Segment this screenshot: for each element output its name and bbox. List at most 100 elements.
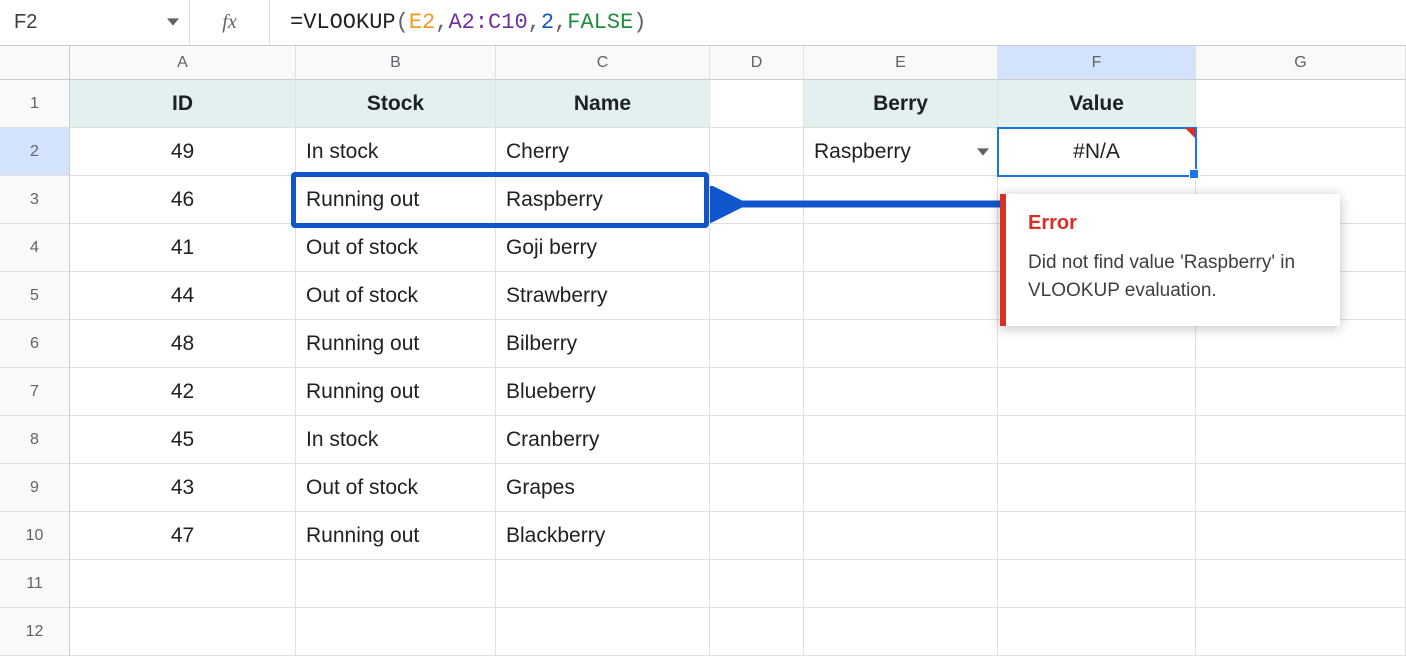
row-header-12[interactable]: 12 xyxy=(0,608,70,656)
cell-F11[interactable] xyxy=(998,560,1196,608)
cell-E3[interactable] xyxy=(804,176,998,224)
cell-D6[interactable] xyxy=(710,320,804,368)
cell-F2[interactable]: #N/A xyxy=(998,128,1196,176)
cell-C4[interactable]: Goji berry xyxy=(496,224,710,272)
cell-E7[interactable] xyxy=(804,368,998,416)
cell-C3[interactable]: Raspberry xyxy=(496,176,710,224)
cell-G10[interactable] xyxy=(1196,512,1406,560)
cell-G7[interactable] xyxy=(1196,368,1406,416)
cell-D12[interactable] xyxy=(710,608,804,656)
formula-input[interactable]: =VLOOKUP(E2,A2:C10,2,FALSE) xyxy=(270,0,1406,45)
cell-B9[interactable]: Out of stock xyxy=(296,464,496,512)
row-header-10[interactable]: 10 xyxy=(0,512,70,560)
cell-B6[interactable]: Running out xyxy=(296,320,496,368)
cell-E4[interactable] xyxy=(804,224,998,272)
name-box[interactable]: F2 xyxy=(0,0,190,45)
col-header-G[interactable]: G xyxy=(1196,46,1406,80)
row-header-8[interactable]: 8 xyxy=(0,416,70,464)
cell-A3[interactable]: 46 xyxy=(70,176,296,224)
row-header-11[interactable]: 11 xyxy=(0,560,70,608)
cell-F7[interactable] xyxy=(998,368,1196,416)
row-header-1[interactable]: 1 xyxy=(0,80,70,128)
cell-G2[interactable] xyxy=(1196,128,1406,176)
dropdown-icon[interactable] xyxy=(977,140,989,164)
col-header-F[interactable]: F xyxy=(998,46,1196,80)
select-all-corner[interactable] xyxy=(0,46,70,80)
cell-C12[interactable] xyxy=(496,608,710,656)
col-header-E[interactable]: E xyxy=(804,46,998,80)
cell-G6[interactable] xyxy=(1196,320,1406,368)
cell-B10[interactable]: Running out xyxy=(296,512,496,560)
cell-C6[interactable]: Bilberry xyxy=(496,320,710,368)
col-header-C[interactable]: C xyxy=(496,46,710,80)
cell-C9[interactable]: Grapes xyxy=(496,464,710,512)
col-header-A[interactable]: A xyxy=(70,46,296,80)
row-header-5[interactable]: 5 xyxy=(0,272,70,320)
cell-B5[interactable]: Out of stock xyxy=(296,272,496,320)
cell-D5[interactable] xyxy=(710,272,804,320)
cell-G11[interactable] xyxy=(1196,560,1406,608)
cell-D4[interactable] xyxy=(710,224,804,272)
cell-B11[interactable] xyxy=(296,560,496,608)
cell-A1[interactable]: ID xyxy=(70,80,296,128)
col-header-D[interactable]: D xyxy=(710,46,804,80)
cell-B1[interactable]: Stock xyxy=(296,80,496,128)
cell-A8[interactable]: 45 xyxy=(70,416,296,464)
cell-C10[interactable]: Blackberry xyxy=(496,512,710,560)
cell-A11[interactable] xyxy=(70,560,296,608)
cell-A6[interactable]: 48 xyxy=(70,320,296,368)
row-header-2[interactable]: 2 xyxy=(0,128,70,176)
cell-B2[interactable]: In stock xyxy=(296,128,496,176)
cell-D8[interactable] xyxy=(710,416,804,464)
cell-E1[interactable]: Berry xyxy=(804,80,998,128)
cell-E6[interactable] xyxy=(804,320,998,368)
cell-F10[interactable] xyxy=(998,512,1196,560)
cell-D9[interactable] xyxy=(710,464,804,512)
cell-B4[interactable]: Out of stock xyxy=(296,224,496,272)
cell-C1[interactable]: Name xyxy=(496,80,710,128)
cell-G9[interactable] xyxy=(1196,464,1406,512)
cell-F1[interactable]: Value xyxy=(998,80,1196,128)
cell-F8[interactable] xyxy=(998,416,1196,464)
row-header-7[interactable]: 7 xyxy=(0,368,70,416)
cell-C11[interactable] xyxy=(496,560,710,608)
cell-C2[interactable]: Cherry xyxy=(496,128,710,176)
cell-D10[interactable] xyxy=(710,512,804,560)
row-header-3[interactable]: 3 xyxy=(0,176,70,224)
cell-E5[interactable] xyxy=(804,272,998,320)
cell-F6[interactable] xyxy=(998,320,1196,368)
cell-A2[interactable]: 49 xyxy=(70,128,296,176)
cell-B7[interactable]: Running out xyxy=(296,368,496,416)
cell-A12[interactable] xyxy=(70,608,296,656)
name-box-dropdown-icon[interactable] xyxy=(167,11,179,34)
cell-C5[interactable]: Strawberry xyxy=(496,272,710,320)
cell-D2[interactable] xyxy=(710,128,804,176)
row-header-9[interactable]: 9 xyxy=(0,464,70,512)
cell-G12[interactable] xyxy=(1196,608,1406,656)
cell-B8[interactable]: In stock xyxy=(296,416,496,464)
cell-C8[interactable]: Cranberry xyxy=(496,416,710,464)
cell-B12[interactable] xyxy=(296,608,496,656)
row-header-4[interactable]: 4 xyxy=(0,224,70,272)
cell-A4[interactable]: 41 xyxy=(70,224,296,272)
cell-G8[interactable] xyxy=(1196,416,1406,464)
cell-A5[interactable]: 44 xyxy=(70,272,296,320)
cell-E11[interactable] xyxy=(804,560,998,608)
cell-F9[interactable] xyxy=(998,464,1196,512)
cell-D1[interactable] xyxy=(710,80,804,128)
cell-E10[interactable] xyxy=(804,512,998,560)
cell-A9[interactable]: 43 xyxy=(70,464,296,512)
cell-E12[interactable] xyxy=(804,608,998,656)
cell-G1[interactable] xyxy=(1196,80,1406,128)
cell-E9[interactable] xyxy=(804,464,998,512)
cell-E8[interactable] xyxy=(804,416,998,464)
cell-C7[interactable]: Blueberry xyxy=(496,368,710,416)
cell-D7[interactable] xyxy=(710,368,804,416)
row-header-6[interactable]: 6 xyxy=(0,320,70,368)
cell-A10[interactable]: 47 xyxy=(70,512,296,560)
cell-D3[interactable] xyxy=(710,176,804,224)
cell-B3[interactable]: Running out xyxy=(296,176,496,224)
col-header-B[interactable]: B xyxy=(296,46,496,80)
cell-A7[interactable]: 42 xyxy=(70,368,296,416)
cell-D11[interactable] xyxy=(710,560,804,608)
